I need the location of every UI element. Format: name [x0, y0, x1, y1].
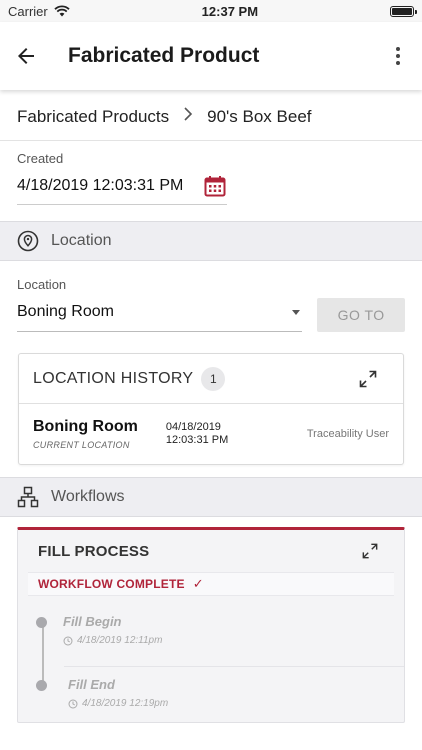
step-dot-icon — [36, 617, 47, 628]
page-title: Fabricated Product — [68, 44, 260, 67]
location-select[interactable]: Boning Room — [17, 303, 303, 332]
list-item[interactable]: Fill End 4/18/2019 12:19pm — [36, 666, 404, 728]
history-location-name: Boning Room — [33, 418, 138, 435]
breadcrumb: Fabricated Products 90's Box Beef — [0, 93, 422, 141]
history-date: 04/18/2019 — [165, 421, 221, 433]
checkmark-icon: ✓ — [192, 576, 204, 591]
workflows-section-title: Workflows — [51, 488, 125, 505]
list-item[interactable]: Fill Begin 4/18/2019 12:11pm — [18, 604, 404, 666]
clock: 12:37 PM — [201, 3, 259, 19]
created-value: 4/18/2019 12:03:31 PM — [17, 177, 184, 194]
location-history-header: LOCATION HISTORY 1 — [19, 354, 403, 404]
battery-icon — [389, 5, 417, 17]
calendar-icon[interactable] — [203, 174, 227, 198]
history-user: Traceability User — [306, 428, 389, 440]
step-time: 4/18/2019 12:11pm — [63, 635, 162, 646]
created-input[interactable]: 4/18/2019 12:03:31 PM — [17, 174, 227, 205]
workflow-title: FILL PROCESS — [38, 542, 150, 560]
step-time-value: 4/18/2019 12:19pm — [82, 698, 169, 709]
table-row[interactable]: Boning Room CURRENT LOCATION 04/18/2019 … — [19, 404, 403, 464]
history-time: 12:03:31 PM — [165, 434, 229, 446]
location-pin-icon — [17, 230, 39, 252]
location-history-card: LOCATION HISTORY 1 Boning Room CURRENT L… — [18, 353, 404, 465]
workflows-section-header: Workflows — [0, 477, 422, 517]
goto-button[interactable]: GO TO — [317, 298, 405, 332]
workflow-header: FILL PROCESS — [18, 530, 404, 572]
workflow-steps: Fill Begin 4/18/2019 12:11pm Fill End 4/… — [18, 596, 404, 728]
location-section-title: Location — [51, 232, 112, 249]
created-field: Created 4/18/2019 12:03:31 PM — [0, 141, 422, 221]
location-form: Location Boning Room GO TO — [0, 261, 422, 353]
carrier-label: Carrier — [8, 3, 48, 19]
workflow-status: WORKFLOW COMPLETE ✓ — [28, 572, 394, 596]
history-location-sub: CURRENT LOCATION — [33, 440, 130, 450]
expand-icon[interactable] — [359, 370, 377, 388]
workflow-status-text: WORKFLOW COMPLETE — [38, 577, 185, 591]
history-datetime: 04/18/2019 12:03:31 PM — [166, 421, 228, 447]
location-section-header: Location — [0, 221, 422, 261]
breadcrumb-parent[interactable]: Fabricated Products — [17, 107, 169, 127]
breadcrumb-current: 90's Box Beef — [207, 106, 312, 126]
step-time: 4/18/2019 12:19pm — [68, 698, 168, 709]
location-history-title: LOCATION HISTORY — [33, 369, 194, 387]
location-select-value: Boning Room — [17, 303, 114, 320]
workflow-wrap: FILL PROCESS WORKFLOW COMPLETE ✓ Fill Be… — [0, 517, 422, 723]
expand-icon[interactable] — [362, 543, 378, 559]
dropdown-caret-icon — [292, 309, 301, 315]
status-left: Carrier — [8, 4, 70, 19]
step-dot-icon — [36, 680, 47, 691]
app-bar: Fabricated Product — [0, 22, 422, 90]
chevron-right-icon — [183, 107, 193, 126]
step-time-value: 4/18/2019 12:11pm — [77, 635, 163, 646]
count-badge: 1 — [201, 366, 226, 391]
wifi-icon — [54, 5, 70, 17]
back-arrow-icon[interactable] — [14, 44, 38, 68]
clock-icon — [68, 699, 78, 708]
location-select-row: Boning Room GO TO — [17, 298, 405, 332]
clock-icon — [63, 636, 73, 645]
location-label: Location — [17, 277, 67, 292]
created-label: Created — [17, 151, 64, 166]
more-options-icon[interactable] — [386, 44, 410, 68]
workflow-card: FILL PROCESS WORKFLOW COMPLETE ✓ Fill Be… — [17, 527, 405, 723]
step-name: Fill Begin — [63, 614, 122, 629]
step-name: Fill End — [68, 677, 115, 692]
status-bar: Carrier 12:37 PM — [0, 0, 422, 22]
history-location: Boning Room CURRENT LOCATION — [33, 418, 138, 450]
workflow-hierarchy-icon — [17, 486, 39, 508]
